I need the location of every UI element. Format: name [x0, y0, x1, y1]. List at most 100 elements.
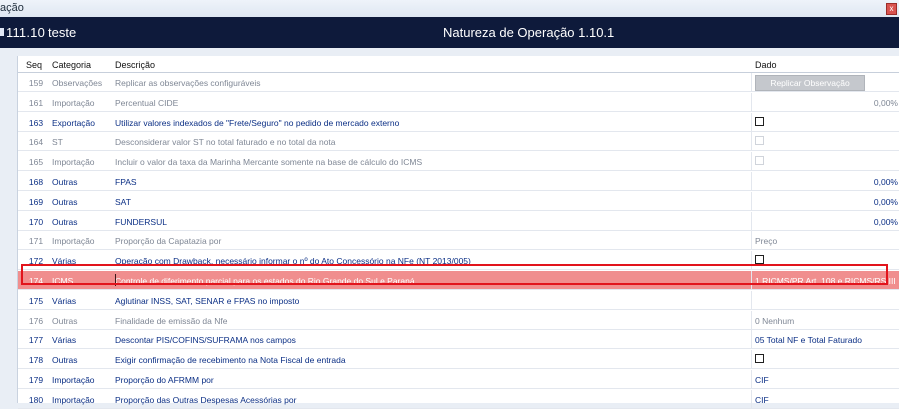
column-divider [751, 271, 752, 289]
table-row[interactable]: 161 Importação Percentual CIDE 0,00% [18, 92, 899, 112]
column-divider [751, 73, 752, 91]
column-divider [751, 310, 752, 329]
table-row[interactable]: 171 Importação Proporção da Capatazia por P… [18, 231, 899, 251]
record-code-text: 111.10 [6, 25, 46, 40]
row-seq: 177 [28, 335, 44, 346]
column-divider [751, 350, 752, 369]
row-category: Outras [52, 216, 78, 227]
row-seq: 174 [28, 276, 44, 286]
parameters-grid: Seq Categoria Descrição Dado 159 Observaç… [17, 56, 899, 409]
col-seq-header[interactable]: Seq [26, 60, 42, 70]
row-seq: 169 [28, 196, 44, 207]
row-category: Importação [52, 157, 95, 168]
table-row[interactable]: 164 ST Desconsiderar valor ST no total fat… [18, 132, 899, 152]
column-divider [751, 112, 752, 131]
row-category: Importação [52, 394, 95, 405]
row-value-field[interactable]: Preço [755, 236, 777, 246]
table-row[interactable]: 177 Várias Descontar PIS/COFINS/SUFRAMA no… [18, 330, 899, 350]
row-category: Várias [52, 256, 77, 267]
row-category: Observações [52, 78, 103, 88]
row-description: Utilizar valores indexados de "Frete/Seg… [115, 117, 400, 128]
row-category: Importação [52, 375, 95, 385]
column-divider [751, 191, 752, 210]
row-description: Aglutinar INSS, SAT, SENAR e FPAS no imp… [115, 295, 300, 306]
row-checkbox[interactable] [755, 255, 764, 265]
col-desc-header[interactable]: Descrição [115, 60, 155, 70]
record-marker-icon [0, 28, 4, 36]
column-divider [751, 370, 752, 388]
table-row[interactable]: 178 Outras Exigir confirmação de recebimen… [18, 350, 899, 370]
table-row[interactable]: 168 Outras FPAS 0,00% [18, 172, 899, 191]
record-header: 111.10 teste Natureza de Operação 1.10.1 [0, 17, 899, 48]
table-row[interactable]: 175 Várias Aglutinar INSS, SAT, SENAR e FP… [18, 290, 899, 310]
table-row[interactable]: 165 Importação Incluir o valor da taxa da … [18, 152, 899, 172]
row-description: Desconsiderar valor ST no total faturado… [115, 137, 336, 148]
col-dado-header[interactable]: Dado [755, 60, 777, 70]
table-row[interactable]: 170 Outras FUNDERSUL 0,00% [18, 211, 899, 231]
text-cursor [115, 274, 116, 286]
row-value-field[interactable]: 0 Nenhum [755, 316, 794, 326]
row-description: FUNDERSUL [115, 216, 167, 227]
close-icon[interactable]: x [886, 3, 897, 15]
table-row[interactable]: 169 Outras SAT 0,00% [18, 191, 899, 211]
row-category: Várias [52, 295, 77, 306]
row-seq: 172 [28, 256, 44, 267]
record-name: teste [48, 25, 77, 40]
column-divider [751, 231, 752, 250]
row-seq: 159 [28, 78, 44, 88]
column-divider [751, 251, 752, 270]
col-cat-header[interactable]: Categoria [52, 60, 91, 70]
column-divider [751, 152, 752, 171]
row-description: Proporção das Outras Despesas Acessórias… [115, 394, 297, 405]
row-checkbox[interactable] [755, 354, 764, 364]
row-value-field[interactable]: 0,00% [874, 197, 898, 207]
table-row[interactable]: 174 ICMS Controle de diferimento parcial p… [18, 271, 899, 290]
row-value-field[interactable]: 0,00% [874, 98, 898, 108]
column-divider [751, 290, 752, 309]
column-divider [751, 389, 752, 408]
row-value-field[interactable]: CIF [755, 395, 769, 405]
row-category: Outras [52, 315, 78, 326]
window-titlebar: ação x [0, 0, 899, 18]
table-row[interactable]: 180 Importação Proporção das Outras Despes… [18, 389, 899, 409]
row-category: ST [52, 137, 63, 148]
row-category: ICMS [52, 276, 74, 286]
row-seq: 161 [28, 97, 44, 108]
table-row[interactable]: 176 Outras Finalidade de emissão da Nfe 0 N… [18, 310, 899, 330]
replicate-observation-button[interactable]: Replicar Observação [755, 75, 865, 91]
row-description: Controle de diferimento parcial para os … [115, 276, 415, 286]
table-row[interactable]: 159 Observações Replicar as observações co… [18, 73, 899, 92]
row-value-field[interactable]: 0,00% [874, 177, 898, 187]
table-row[interactable]: 163 Exportação Utilizar valores indexados … [18, 112, 899, 132]
row-seq: 163 [28, 117, 44, 128]
row-category: Outras [52, 355, 78, 366]
row-seq: 165 [28, 157, 44, 168]
row-category: Importação [52, 236, 95, 247]
row-description: Proporção do AFRMM por [115, 375, 214, 385]
row-checkbox[interactable] [755, 116, 764, 126]
row-seq: 171 [28, 236, 44, 247]
row-category: Outras [52, 196, 78, 207]
row-description: Finalidade de emissão da Nfe [115, 315, 228, 326]
row-description: FPAS [115, 177, 137, 187]
row-value-field[interactable]: 05 Total NF e Total Faturado [755, 335, 862, 345]
column-divider [751, 211, 752, 230]
row-category: Outras [52, 177, 78, 187]
row-value-field[interactable]: CIF [755, 375, 769, 385]
row-seq: 180 [28, 394, 44, 405]
row-seq: 175 [28, 295, 44, 306]
row-description: Percentual CIDE [115, 97, 179, 108]
grid-header: Seq Categoria Descrição Dado [18, 56, 899, 73]
row-seq: 178 [28, 355, 44, 366]
record-code: 111.10 [0, 25, 45, 40]
row-value-field[interactable]: 0,00% [874, 217, 898, 227]
column-divider [751, 330, 752, 349]
row-seq: 164 [28, 137, 44, 148]
table-row[interactable]: 172 Várias Operação com Drawback, necessár… [18, 251, 899, 271]
row-seq: 170 [28, 216, 44, 227]
row-checkbox [755, 156, 764, 166]
table-row[interactable]: 179 Importação Proporção do AFRMM por CIF [18, 370, 899, 389]
row-description: SAT [115, 196, 131, 207]
row-value-field[interactable]: 1 RICMS/PR Art. 108 e RICMS/RS III [755, 276, 896, 286]
row-category: Várias [52, 335, 77, 346]
